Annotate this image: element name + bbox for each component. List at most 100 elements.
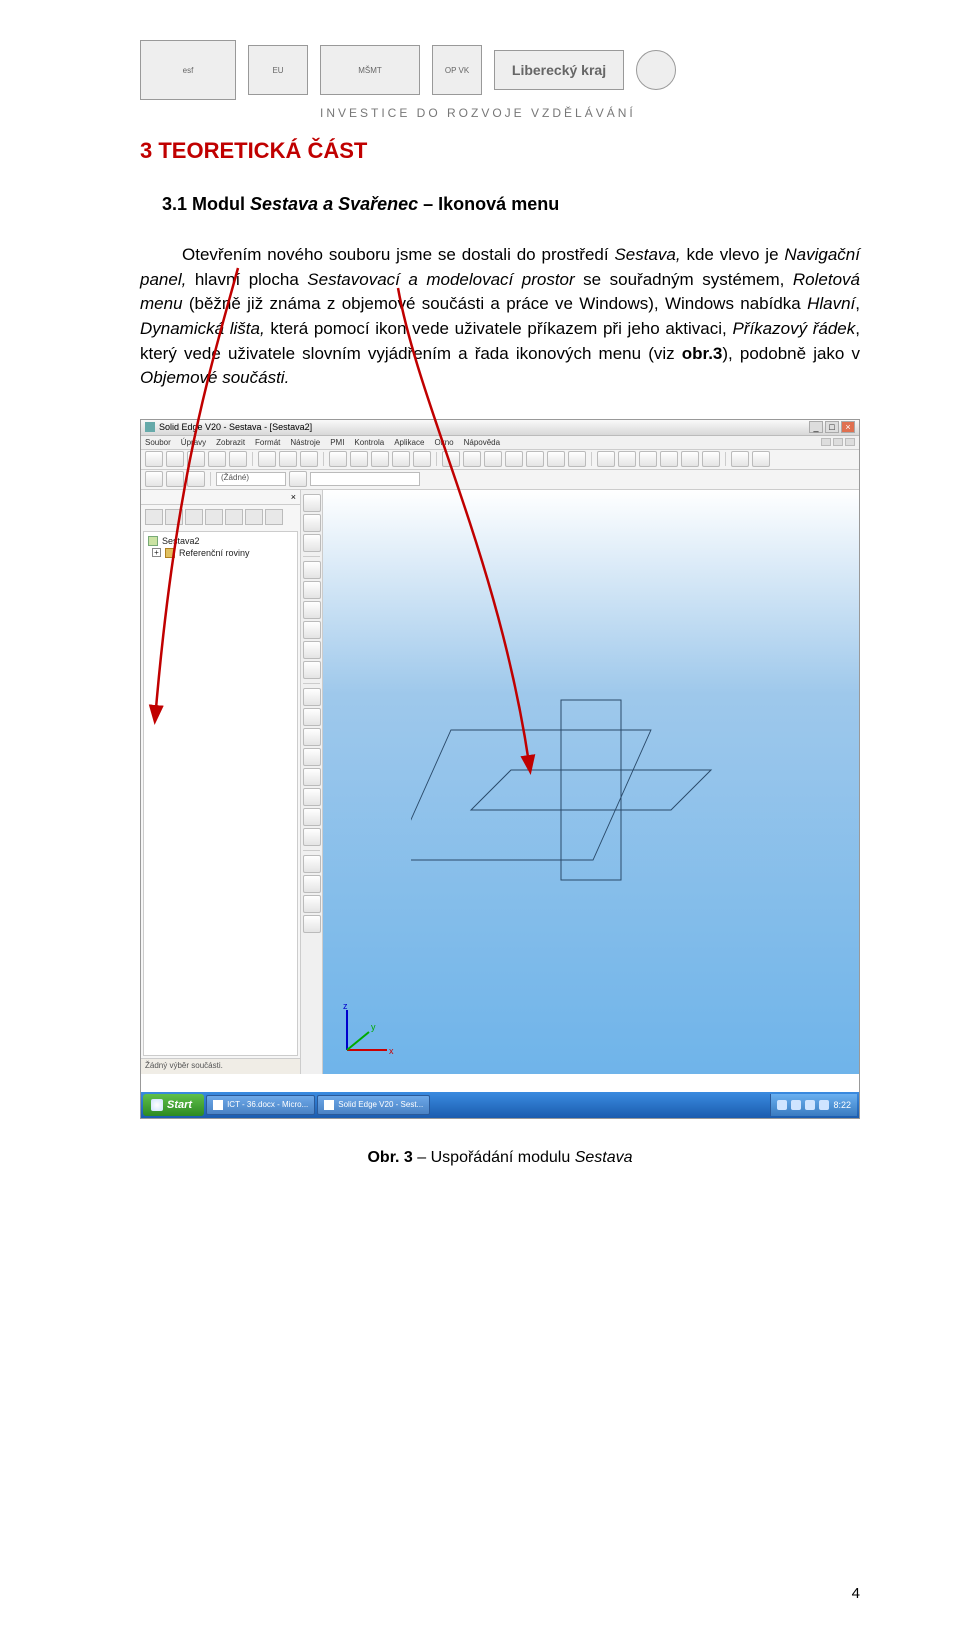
toolbar-button[interactable] xyxy=(702,451,720,467)
tool-button[interactable] xyxy=(303,808,321,826)
tool-button[interactable] xyxy=(303,748,321,766)
tool-button[interactable] xyxy=(303,728,321,746)
toolbar-button[interactable] xyxy=(484,451,502,467)
minimize-button[interactable]: _ xyxy=(809,421,823,433)
tool-button[interactable] xyxy=(303,915,321,933)
selection-combo[interactable]: (Žádné) xyxy=(216,472,286,486)
tool-button[interactable] xyxy=(303,661,321,679)
tool-button[interactable] xyxy=(303,534,321,552)
toolbar-button[interactable] xyxy=(187,451,205,467)
dynamic-input[interactable] xyxy=(310,472,420,486)
nav-tab[interactable] xyxy=(165,509,183,525)
toolbar-button[interactable] xyxy=(526,451,544,467)
menu-item[interactable]: Aplikace xyxy=(394,438,424,447)
toolbar-button[interactable] xyxy=(279,451,297,467)
toolbar-button[interactable] xyxy=(258,451,276,467)
tool-button[interactable] xyxy=(303,561,321,579)
mdi-window-controls[interactable] xyxy=(821,438,855,446)
app-screenshot: Solid Edge V20 - Sestava - [Sestava2] _ … xyxy=(140,419,860,1119)
menu-item[interactable]: Formát xyxy=(255,438,280,447)
tray-icon[interactable] xyxy=(819,1100,829,1110)
tool-button[interactable] xyxy=(303,788,321,806)
toolbar-button[interactable] xyxy=(145,451,163,467)
toolbar-button[interactable] xyxy=(392,451,410,467)
tree-view[interactable]: Sestava2 + Referenční roviny xyxy=(143,531,298,1056)
nav-tab[interactable] xyxy=(205,509,223,525)
tray-icon[interactable] xyxy=(805,1100,815,1110)
menu-item[interactable]: Úpravy xyxy=(181,438,206,447)
tool-button[interactable] xyxy=(303,621,321,639)
menu-item[interactable]: Zobrazit xyxy=(216,438,245,447)
nav-tab[interactable] xyxy=(265,509,283,525)
tray-icon[interactable] xyxy=(791,1100,801,1110)
window-title: Solid Edge V20 - Sestava - [Sestava2] xyxy=(159,422,312,432)
nav-tab[interactable] xyxy=(145,509,163,525)
tool-button[interactable] xyxy=(303,641,321,659)
toolbar-button[interactable] xyxy=(660,451,678,467)
tool-button[interactable] xyxy=(303,895,321,913)
tool-button[interactable] xyxy=(303,875,321,893)
maximize-button[interactable]: □ xyxy=(825,421,839,433)
start-button[interactable]: Start xyxy=(143,1094,204,1116)
toolbar-button[interactable] xyxy=(463,451,481,467)
menu-item[interactable]: Okno xyxy=(434,438,453,447)
menu-item[interactable]: Kontrola xyxy=(354,438,384,447)
tray-icon[interactable] xyxy=(777,1100,787,1110)
toolbar-button[interactable] xyxy=(300,451,318,467)
toolbar-button[interactable] xyxy=(752,451,770,467)
toolbar-button[interactable] xyxy=(731,451,749,467)
toolbar-button[interactable] xyxy=(187,471,205,487)
modeling-viewport[interactable]: x z y xyxy=(323,490,859,1074)
menu-item[interactable]: Nápověda xyxy=(464,438,500,447)
menu-item[interactable]: Soubor xyxy=(145,438,171,447)
menu-item[interactable]: Nástroje xyxy=(290,438,320,447)
toolbar-separator xyxy=(210,472,211,486)
toolbar-button[interactable] xyxy=(371,451,389,467)
toolbar-separator xyxy=(323,452,324,466)
toolbar-button[interactable] xyxy=(505,451,523,467)
toolbar-button[interactable] xyxy=(208,451,226,467)
close-button[interactable]: × xyxy=(841,421,855,433)
toolbar-button[interactable] xyxy=(568,451,586,467)
tool-button[interactable] xyxy=(303,708,321,726)
tool-button[interactable] xyxy=(303,768,321,786)
toolbar-button[interactable] xyxy=(289,471,307,487)
body-paragraph: Otevřením nového souboru jsme se dostali… xyxy=(140,243,860,391)
nav-tab[interactable] xyxy=(245,509,263,525)
toolbar-button[interactable] xyxy=(350,451,368,467)
expand-icon[interactable]: + xyxy=(152,548,161,557)
system-tray[interactable]: 8:22 xyxy=(770,1094,857,1116)
taskbar-item[interactable]: ICT - 36.docx - Micro... xyxy=(206,1095,315,1115)
toolbar-button[interactable] xyxy=(618,451,636,467)
toolbar-button[interactable] xyxy=(166,471,184,487)
tool-button[interactable] xyxy=(303,514,321,532)
logo-ministry: MŠMT xyxy=(320,45,420,95)
taskbar-item[interactable]: Solid Edge V20 - Sest... xyxy=(317,1095,430,1115)
tool-button[interactable] xyxy=(303,688,321,706)
tree-item-root[interactable]: Sestava2 xyxy=(148,536,293,546)
toolbar-button[interactable] xyxy=(547,451,565,467)
toolbar-button[interactable] xyxy=(166,451,184,467)
nav-tab[interactable] xyxy=(185,509,203,525)
nav-close-icon[interactable]: × xyxy=(291,492,296,502)
toolbar-button[interactable] xyxy=(681,451,699,467)
tool-button[interactable] xyxy=(303,855,321,873)
toolbar-separator xyxy=(436,452,437,466)
tool-button[interactable] xyxy=(303,581,321,599)
tool-button[interactable] xyxy=(303,494,321,512)
header-subtitle: INVESTICE DO ROZVOJE VZDĚLÁVÁNÍ xyxy=(320,106,860,120)
tree-item-child[interactable]: + Referenční roviny xyxy=(152,548,293,558)
tool-button[interactable] xyxy=(303,601,321,619)
toolbar-button[interactable] xyxy=(639,451,657,467)
solidedge-icon xyxy=(324,1100,334,1110)
toolbar-button[interactable] xyxy=(145,471,163,487)
toolbar-separator xyxy=(725,452,726,466)
toolbar-button[interactable] xyxy=(597,451,615,467)
tool-button[interactable] xyxy=(303,828,321,846)
nav-tab[interactable] xyxy=(225,509,243,525)
toolbar-button[interactable] xyxy=(229,451,247,467)
toolbar-button[interactable] xyxy=(413,451,431,467)
toolbar-button[interactable] xyxy=(329,451,347,467)
toolbar-button[interactable] xyxy=(442,451,460,467)
menu-item[interactable]: PMI xyxy=(330,438,344,447)
